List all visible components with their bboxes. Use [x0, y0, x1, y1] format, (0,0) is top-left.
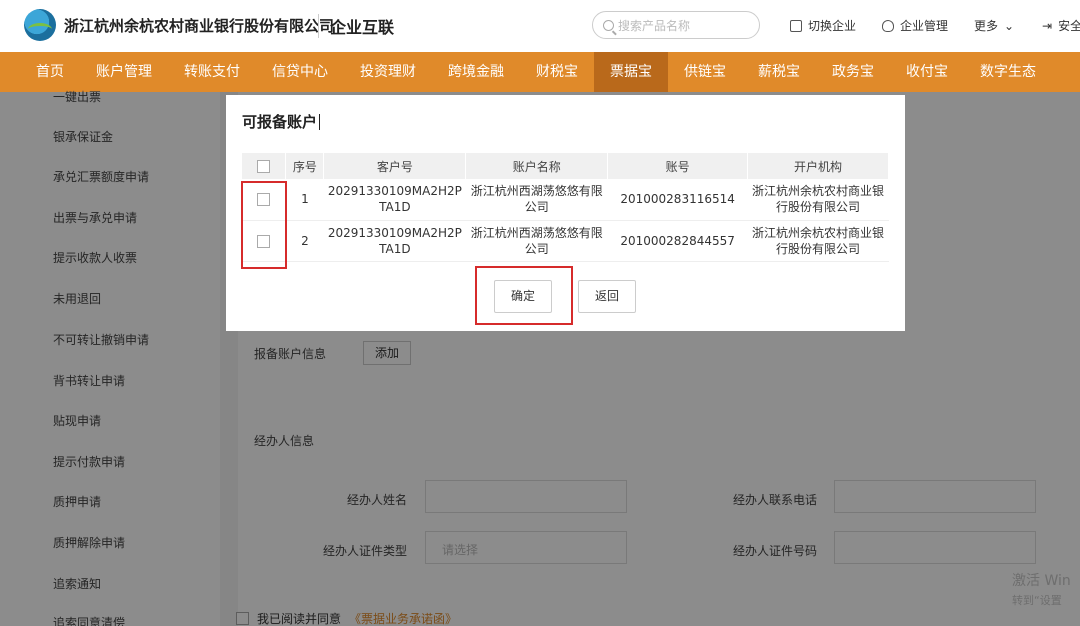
- col-account-name: 账户名称: [465, 153, 609, 179]
- modal-title: 可报备账户: [242, 111, 321, 132]
- nav-item[interactable]: 政务宝: [816, 52, 890, 92]
- more-menu[interactable]: 更多 ⌄: [974, 17, 1014, 34]
- nav-item[interactable]: 供链宝: [668, 52, 742, 92]
- row-index: 1: [285, 179, 325, 221]
- nav-item[interactable]: 收付宝: [890, 52, 964, 92]
- header-divider: [318, 14, 319, 38]
- safe-exit-link[interactable]: ⇥ 安全: [1042, 17, 1080, 34]
- row-account-name: 浙江杭州西湖荡悠悠有限公司: [465, 179, 609, 221]
- row-branch: 浙江杭州余杭农村商业银行股份有限公司: [747, 179, 889, 221]
- col-account-no: 账号: [607, 153, 749, 179]
- safe-exit-label: 安全: [1058, 19, 1080, 33]
- bank-name: 浙江杭州余杭农村商业银行股份有限公司: [64, 17, 335, 35]
- table-row[interactable]: 1 20291330109MA2H2PTA1D 浙江杭州西湖荡悠悠有限公司 20…: [242, 179, 889, 221]
- col-branch: 开户机构: [747, 153, 889, 179]
- company-manage-link[interactable]: 企业管理: [882, 17, 948, 34]
- search-icon: [603, 19, 614, 31]
- nav-item[interactable]: 账户管理: [80, 52, 168, 92]
- row-account-no: 201000282844557: [607, 220, 749, 262]
- shield-icon: [882, 19, 894, 32]
- top-header: 浙江杭州余杭农村商业银行股份有限公司 企业互联 搜索产品名称 切换企业 企业管理…: [0, 0, 1080, 52]
- nav-item[interactable]: 投资理财: [344, 52, 432, 92]
- main-nav: 首页 账户管理 转账支付 信贷中心 投资理财 跨境金融 财税宝 票据宝 供链宝 薪税宝 政务宝 收付宝…: [0, 52, 1080, 92]
- select-all-cell: [242, 153, 287, 179]
- nav-item[interactable]: 票据宝: [594, 52, 668, 92]
- exit-icon: ⇥: [1042, 18, 1053, 33]
- search-placeholder: 搜索产品名称: [618, 18, 691, 33]
- nav-item[interactable]: 跨境金融: [432, 52, 520, 92]
- sub-brand-title: 企业互联: [330, 18, 395, 37]
- nav-item[interactable]: 首页: [20, 52, 80, 92]
- nav-item[interactable]: 薪税宝: [742, 52, 816, 92]
- row-customer-no: 20291330109MA2H2PTA1D: [323, 179, 467, 221]
- company-manage-label: 企业管理: [900, 19, 949, 33]
- col-index: 序号: [285, 153, 325, 179]
- table-header-row: 序号 客户号 账户名称 账号 开户机构: [242, 153, 889, 179]
- chevron-down-icon: ⌄: [1004, 18, 1015, 33]
- row-customer-no: 20291330109MA2H2PTA1D: [323, 220, 467, 262]
- switch-company-link[interactable]: 切换企业: [790, 17, 856, 34]
- row-index: 2: [285, 220, 325, 262]
- col-customer-no: 客户号: [323, 153, 467, 179]
- back-button[interactable]: 返回: [578, 280, 636, 313]
- account-table: 序号 客户号 账户名称 账号 开户机构 1 20291330109MA2H2PT…: [242, 153, 889, 262]
- bank-logo: [24, 9, 56, 41]
- select-all-checkbox[interactable]: [257, 160, 271, 173]
- search-input[interactable]: 搜索产品名称: [592, 11, 760, 39]
- nav-item[interactable]: 信贷中心: [256, 52, 344, 92]
- row-account-name: 浙江杭州西湖荡悠悠有限公司: [465, 220, 609, 262]
- nav-item[interactable]: 财税宝: [520, 52, 594, 92]
- more-label: 更多: [974, 19, 999, 33]
- confirm-highlight-box: [475, 266, 573, 325]
- table-row[interactable]: 2 20291330109MA2H2PTA1D 浙江杭州西湖荡悠悠有限公司 20…: [242, 220, 889, 262]
- switch-company-label: 切换企业: [808, 19, 857, 33]
- nav-item[interactable]: 数字生态: [964, 52, 1052, 92]
- row-account-no: 201000283116514: [607, 179, 749, 221]
- row-branch: 浙江杭州余杭农村商业银行股份有限公司: [747, 220, 889, 262]
- building-icon: [790, 19, 802, 32]
- checkbox-highlight-box: [241, 181, 287, 269]
- nav-item[interactable]: 转账支付: [168, 52, 256, 92]
